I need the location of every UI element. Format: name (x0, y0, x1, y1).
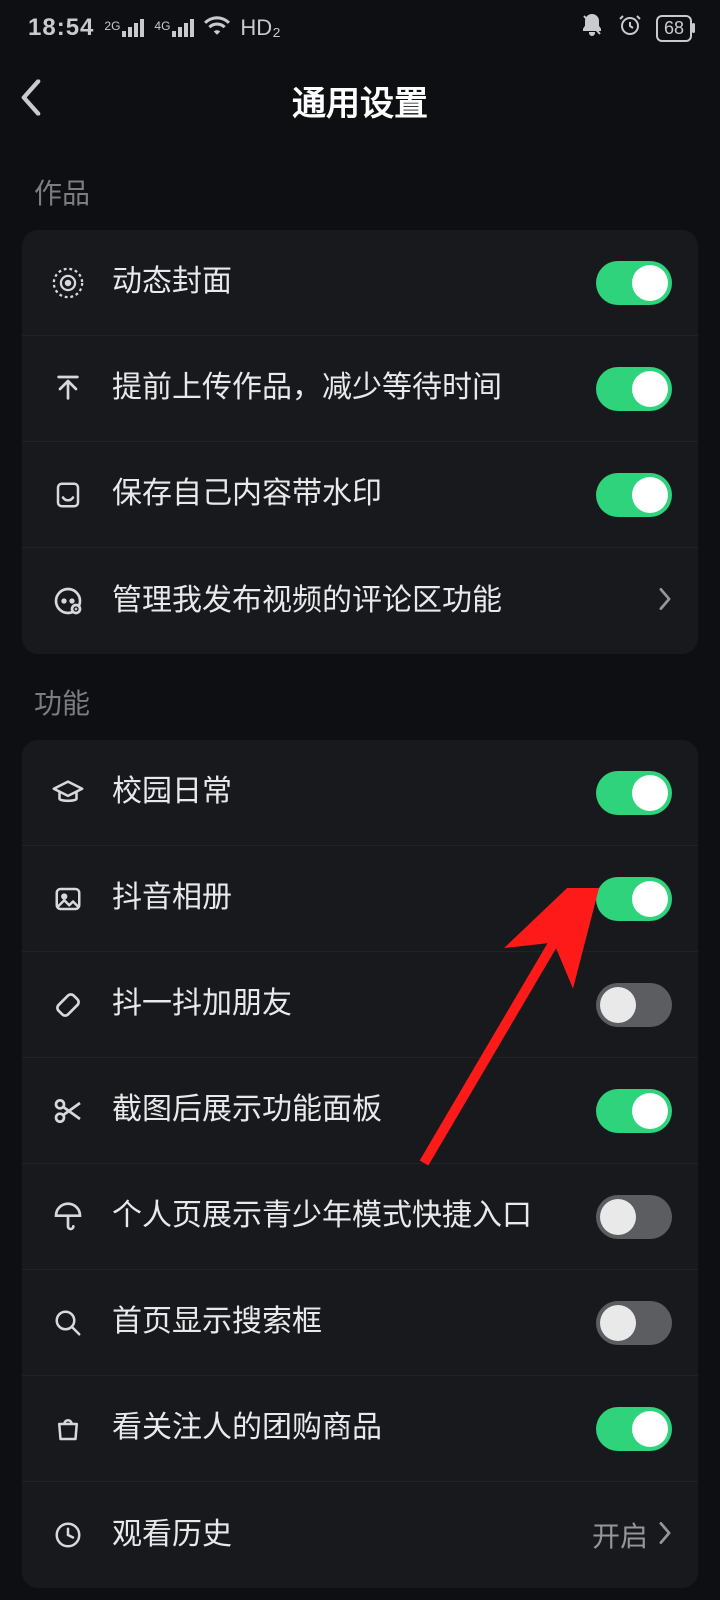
back-button[interactable] (20, 80, 42, 121)
row-label: 看关注人的团购商品 (112, 1408, 596, 1449)
row-comment-manage[interactable]: 管理我发布视频的评论区功能 (22, 548, 698, 654)
toggle-watermark[interactable] (596, 473, 672, 517)
section-card-features: 校园日常 抖音相册 抖一抖加朋友 截图后展示功能面板 (22, 740, 698, 1588)
status-right: 68 (580, 13, 692, 44)
status-time: 18:54 (28, 14, 94, 42)
row-dynamic-cover[interactable]: 动态封面 (22, 230, 698, 336)
toggle-campus[interactable] (596, 771, 672, 815)
hd-label: HD₂ (240, 15, 280, 41)
row-label: 管理我发布视频的评论区功能 (112, 581, 658, 622)
scissors-icon (48, 1091, 88, 1131)
row-douyin-album[interactable]: 抖音相册 (22, 846, 698, 952)
row-label: 首页显示搜索框 (112, 1302, 596, 1343)
status-left: 18:54 2G 4G HD₂ (28, 14, 281, 42)
row-teen-mode-shortcut[interactable]: 个人页展示青少年模式快捷入口 (22, 1164, 698, 1270)
shake-icon (48, 985, 88, 1025)
alarm-icon (618, 13, 642, 44)
chevron-right-icon (658, 1522, 672, 1549)
signal-4g: 4G (154, 19, 194, 37)
row-label: 截图后展示功能面板 (112, 1090, 596, 1131)
toggle-follow-groupbuy[interactable] (596, 1407, 672, 1451)
mute-icon (580, 13, 604, 44)
signal-2g: 2G (104, 19, 144, 37)
toggle-screenshot-panel[interactable] (596, 1089, 672, 1133)
section-title-works: 作品 (22, 144, 698, 230)
toggle-dynamic-cover[interactable] (596, 261, 672, 305)
wifi-icon (204, 14, 230, 42)
row-campus[interactable]: 校园日常 (22, 740, 698, 846)
bag-icon (48, 1409, 88, 1449)
section-title-features: 功能 (22, 654, 698, 740)
row-preupload[interactable]: 提前上传作品，减少等待时间 (22, 336, 698, 442)
row-label: 观看历史 (112, 1515, 592, 1556)
settings-content: 作品 动态封面 提前上传作品，减少等待时间 保存自己内容带水印 (0, 144, 720, 1588)
row-label: 个人页展示青少年模式快捷入口 (112, 1196, 596, 1237)
toggle-preupload[interactable] (596, 367, 672, 411)
row-label: 校园日常 (112, 772, 596, 813)
target-icon (48, 263, 88, 303)
comment-icon (48, 581, 88, 621)
row-home-search[interactable]: 首页显示搜索框 (22, 1270, 698, 1376)
search-icon (48, 1303, 88, 1343)
page-title: 通用设置 (292, 76, 428, 125)
save-icon (48, 475, 88, 515)
row-watermark[interactable]: 保存自己内容带水印 (22, 442, 698, 548)
row-screenshot-panel[interactable]: 截图后展示功能面板 (22, 1058, 698, 1164)
row-label: 保存自己内容带水印 (112, 474, 596, 515)
chevron-right-icon (658, 588, 672, 615)
toggle-teen-mode-shortcut[interactable] (596, 1195, 672, 1239)
toggle-shake-friends[interactable] (596, 983, 672, 1027)
photo-icon (48, 879, 88, 919)
upload-icon (48, 369, 88, 409)
toggle-douyin-album[interactable] (596, 877, 672, 921)
row-label: 提前上传作品，减少等待时间 (112, 368, 596, 409)
row-label: 抖音相册 (112, 878, 596, 919)
row-watch-history[interactable]: 观看历史 开启 (22, 1482, 698, 1588)
battery-indicator: 68 (656, 15, 692, 42)
row-follow-groupbuy[interactable]: 看关注人的团购商品 (22, 1376, 698, 1482)
graduation-icon (48, 773, 88, 813)
clock-icon (48, 1515, 88, 1555)
row-label: 动态封面 (112, 262, 596, 303)
row-label: 抖一抖加朋友 (112, 984, 596, 1025)
row-value: 开启 (592, 1515, 648, 1555)
umbrella-icon (48, 1197, 88, 1237)
section-card-works: 动态封面 提前上传作品，减少等待时间 保存自己内容带水印 管理我发布视频的评论区… (22, 230, 698, 654)
page-header: 通用设置 (0, 56, 720, 144)
row-shake-friends[interactable]: 抖一抖加朋友 (22, 952, 698, 1058)
toggle-home-search[interactable] (596, 1301, 672, 1345)
status-bar: 18:54 2G 4G HD₂ 68 (0, 0, 720, 56)
